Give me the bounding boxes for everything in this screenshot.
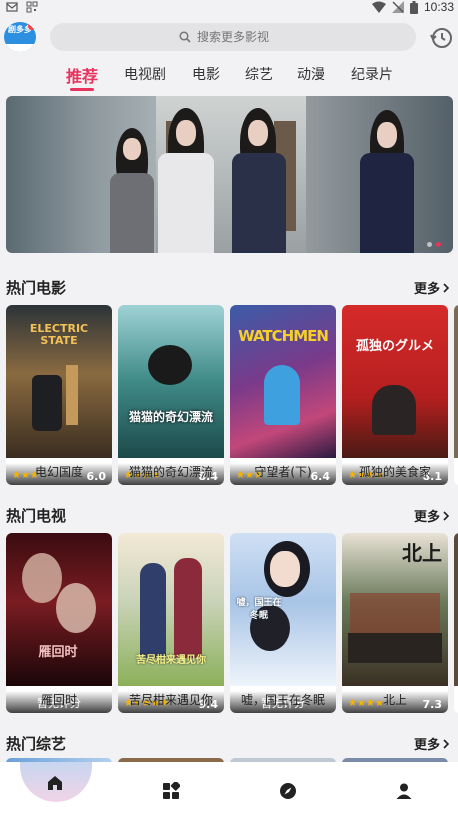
- active-tab-indicator: [70, 88, 94, 91]
- banner-pagination: [427, 242, 441, 247]
- nav-discover[interactable]: [273, 776, 303, 806]
- tv-poster: 苦尽柑来遇见你: [118, 533, 224, 686]
- tv-card[interactable]: 嘘，国王在冬眠 暂无评分 嘘，国王在冬眠: [230, 533, 336, 713]
- category-tabs: 推荐 电视剧 电影 综艺 动漫 纪录片: [0, 60, 458, 94]
- banner-figure: [356, 110, 418, 253]
- history-icon[interactable]: [429, 26, 453, 50]
- banner-figure: [154, 108, 218, 253]
- more-label: 更多: [413, 738, 440, 753]
- movie-card[interactable]: WATCHMEN ★★★ ★★ 6.4 守望者(下): [230, 305, 336, 485]
- category-icon: [163, 782, 180, 799]
- nav-home[interactable]: [40, 768, 70, 798]
- user-icon: [396, 783, 412, 799]
- qr-notification-icon: [26, 1, 38, 13]
- search-bar[interactable]: [50, 23, 416, 51]
- tab-documentary[interactable]: 纪录片: [351, 64, 393, 84]
- app-logo[interactable]: 剧多多: [4, 22, 36, 52]
- tab-anime[interactable]: 动漫: [297, 64, 325, 84]
- movie-poster: 孤独のグルメ: [342, 305, 448, 458]
- search-input[interactable]: [197, 30, 287, 44]
- poster-title: ELECTRIC STATE: [29, 322, 89, 347]
- tab-movies[interactable]: 电影: [192, 64, 220, 84]
- wifi-icon: [371, 1, 386, 13]
- movie-title: 电幻国度: [34, 465, 83, 479]
- nav-category[interactable]: [156, 776, 186, 806]
- movie-title: 守望者(下): [254, 465, 312, 479]
- tv-poster: 雁回时: [6, 533, 112, 686]
- tv-title: 苦尽柑来遇见你: [128, 693, 213, 707]
- movie-card-partial[interactable]: [454, 305, 458, 485]
- poster-title: 嘘，国王在冬眠: [236, 598, 282, 621]
- clock: 10:33: [423, 0, 454, 14]
- banner-figure: [106, 128, 158, 253]
- status-bar: 10:33: [0, 0, 458, 16]
- tv-title: 嘘，国王在冬眠: [240, 693, 325, 707]
- tab-recommend[interactable]: 推荐: [66, 63, 98, 87]
- chevron-right-icon: [443, 282, 450, 293]
- section-title-tv: 热门电视: [6, 507, 67, 525]
- tab-tv-series[interactable]: 电视剧: [124, 64, 166, 84]
- poster-title: 苦尽柑来遇见你: [136, 655, 206, 666]
- more-tv-button[interactable]: 更多: [414, 506, 450, 525]
- movie-title: 孤独的美食家: [358, 465, 431, 479]
- poster-title: 猫猫的奇幻漂流: [128, 410, 213, 424]
- compass-icon: [280, 783, 296, 799]
- movie-card[interactable]: ELECTRIC STATE ★★★ ★★ 6.0 电幻国度: [6, 305, 112, 485]
- no-signal-icon: [391, 1, 404, 13]
- nav-profile[interactable]: [389, 776, 419, 806]
- section-title-variety: 热门综艺: [6, 735, 67, 753]
- search-icon: [179, 31, 191, 43]
- more-label: 更多: [413, 282, 440, 297]
- movie-poster: WATCHMEN: [230, 305, 336, 458]
- mail-notification-icon: [6, 2, 18, 12]
- more-label: 更多: [413, 510, 440, 525]
- poster-title: WATCHMEN: [238, 327, 329, 345]
- movie-card[interactable]: 孤独のグルメ ★★★★ ★ 8.1 孤独的美食家: [342, 305, 448, 485]
- chevron-right-icon: [443, 510, 450, 521]
- poster-title: 北上: [402, 541, 442, 565]
- more-movies-button[interactable]: 更多: [414, 278, 450, 297]
- movie-poster: 猫猫的奇幻漂流: [118, 305, 224, 458]
- tv-poster: 嘘，国王在冬眠: [230, 533, 336, 686]
- banner-figure: [228, 108, 290, 253]
- tv-card[interactable]: 雁回时 暂无评分 雁回时: [6, 533, 112, 713]
- home-icon: [48, 776, 62, 790]
- tv-title: 雁回时: [40, 693, 77, 707]
- tv-poster: 北上: [342, 533, 448, 686]
- movie-poster: ELECTRIC STATE: [6, 305, 112, 458]
- more-variety-button[interactable]: 更多: [414, 734, 450, 753]
- chevron-right-icon: [443, 738, 450, 749]
- battery-icon: [409, 0, 418, 14]
- hero-banner[interactable]: [6, 96, 453, 253]
- logo-band: [4, 44, 36, 52]
- movie-card[interactable]: 猫猫的奇幻漂流 ★★★★ ★ 8.4 猫猫的奇幻漂流: [118, 305, 224, 485]
- section-title-movies: 热门电影: [6, 279, 67, 297]
- poster-title: 孤独のグルメ: [355, 339, 434, 354]
- bottom-navigation: [0, 762, 458, 820]
- logo-badge-dot: [28, 22, 36, 30]
- movie-title: 猫猫的奇幻漂流: [128, 465, 213, 479]
- poster-title: 雁回时: [38, 645, 78, 660]
- tv-card[interactable]: 北上 ★★★★ ★ 7.3 北上: [342, 533, 448, 713]
- tv-title: 北上: [382, 693, 407, 707]
- tv-card[interactable]: 苦尽柑来遇见你 ★★★★★ 9.4 苦尽柑来遇见你: [118, 533, 224, 713]
- tab-variety[interactable]: 综艺: [245, 64, 273, 84]
- tv-card-partial[interactable]: [454, 533, 458, 713]
